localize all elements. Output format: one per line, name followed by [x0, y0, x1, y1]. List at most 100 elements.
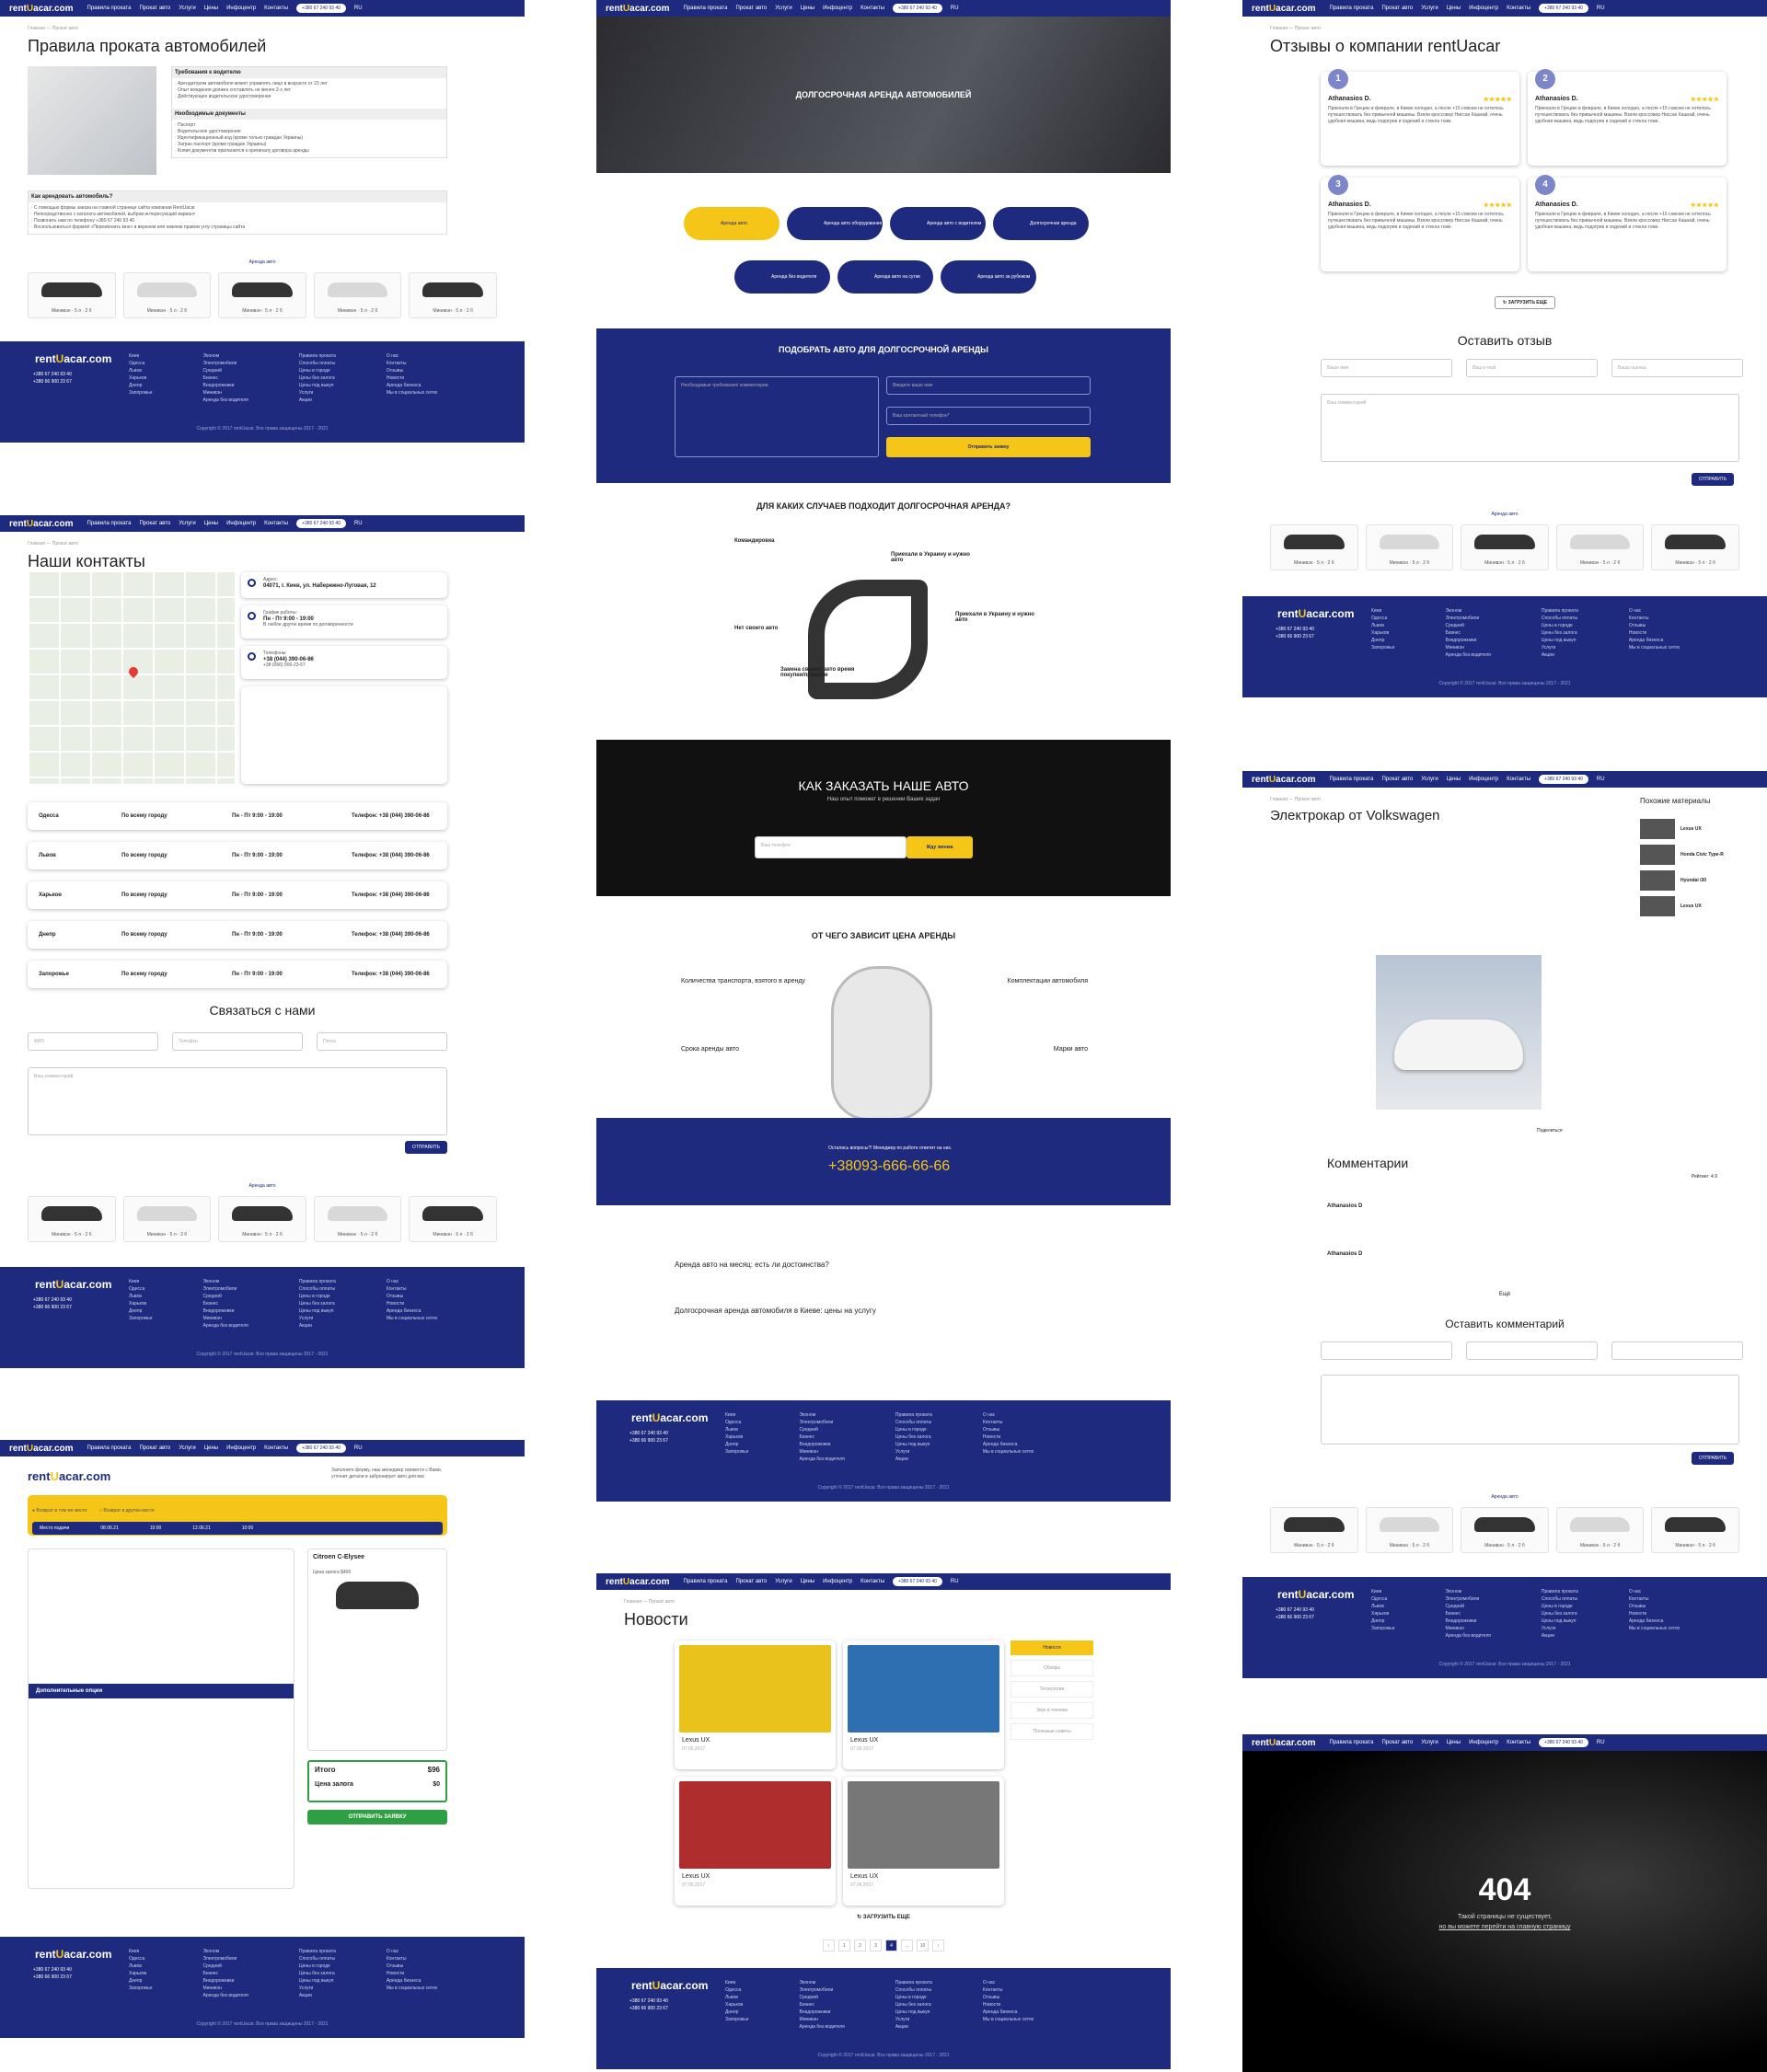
footer-link[interactable]: Аренда бизнеса: [983, 2009, 1034, 2016]
nav-item[interactable]: Прокат авто: [139, 1445, 170, 1451]
nav-phone[interactable]: +380 67 240 93 40: [893, 4, 942, 13]
footer-link[interactable]: Новости: [983, 1433, 1034, 1441]
city-phone[interactable]: Телефон: +38 (044) 390-06-86: [352, 932, 430, 938]
footer-link[interactable]: Контакты: [1629, 615, 1680, 622]
footer-link[interactable]: Бизнес: [800, 1433, 845, 1441]
send-button[interactable]: ОТПРАВИТЬ: [1692, 473, 1735, 486]
footer-link[interactable]: Контакты: [983, 1986, 1034, 1994]
footer-link[interactable]: Цены в городе: [895, 1426, 932, 1433]
page-link[interactable]: 2: [854, 1940, 866, 1951]
footer-link[interactable]: Днепр: [1371, 637, 1395, 644]
footer-link[interactable]: Бизнес: [203, 374, 248, 382]
nav-item[interactable]: Услуги: [179, 6, 195, 11]
car-card[interactable]: Минивэн · 5 л · 2 б: [409, 272, 497, 318]
footer-link[interactable]: Одесса: [1371, 615, 1395, 622]
logo[interactable]: rentUacar.com: [606, 1577, 670, 1587]
footer-link[interactable]: Аренда без водителя: [1446, 1632, 1491, 1640]
date-to[interactable]: 12.06.21: [192, 1525, 210, 1531]
footer-link[interactable]: Днепр: [725, 1441, 749, 1448]
footer-link[interactable]: Правила проката: [299, 352, 336, 360]
review-comment-field[interactable]: Ваш комментарий: [1321, 394, 1739, 462]
footer-link[interactable]: Отзывы: [983, 1994, 1034, 2001]
footer-link[interactable]: Минивэн: [203, 389, 248, 397]
map-pin-icon[interactable]: [126, 664, 141, 679]
footer-link[interactable]: Цены без залога: [299, 1970, 336, 1977]
footer-link[interactable]: Внедорожники: [203, 1977, 248, 1985]
review-input[interactable]: Ваше имя: [1321, 359, 1452, 377]
footer-link[interactable]: Одесса: [1371, 1595, 1395, 1603]
contact-input[interactable]: ФИО: [28, 1032, 158, 1051]
question-phone[interactable]: +38093-666-66-66: [828, 1158, 950, 1175]
logo[interactable]: rentUacar.com: [9, 1444, 74, 1454]
footer-link[interactable]: Контакты: [387, 360, 437, 367]
footer-link[interactable]: Цены под выкуп: [895, 2009, 932, 2016]
car-card[interactable]: Минивэн · 5 л · 2 б: [1270, 524, 1358, 570]
breadcrumb[interactable]: Главная — Прокат авто: [28, 541, 525, 547]
more-comments[interactable]: Ещё: [1242, 1292, 1767, 1297]
footer-link[interactable]: Способы оплаты: [299, 360, 336, 367]
news-category[interactable]: Обзоры: [1011, 1660, 1093, 1676]
breadcrumb[interactable]: Главная — Прокат авто: [624, 1599, 1171, 1605]
nav-item[interactable]: Прокат авто: [735, 6, 767, 11]
footer-link[interactable]: Цены без залога: [299, 1300, 336, 1307]
nav-item[interactable]: Правила проката: [684, 6, 728, 11]
car-card[interactable]: Минивэн · 5 л · 2 б: [1461, 524, 1549, 570]
footer-link[interactable]: Способы оплаты: [1542, 615, 1578, 622]
footer-link[interactable]: Отзывы: [983, 1426, 1034, 1433]
news-category[interactable]: Полезные советы: [1011, 1723, 1093, 1740]
logo[interactable]: rentUacar.com: [606, 4, 670, 14]
footer-link[interactable]: Киев: [129, 352, 153, 360]
footer-link[interactable]: Львов: [129, 367, 153, 374]
nav-item[interactable]: Инфоцентр: [823, 6, 852, 11]
nav-phone[interactable]: +380 67 240 93 40: [893, 1577, 942, 1586]
footer-link[interactable]: Запорожье: [725, 2016, 749, 2023]
footer-link[interactable]: Львов: [725, 1426, 749, 1433]
footer-link[interactable]: Бизнес: [1446, 629, 1491, 637]
footer-link[interactable]: Внедорожники: [800, 2009, 845, 2016]
footer-link[interactable]: Киев: [1371, 607, 1395, 615]
footer-link[interactable]: О нас: [387, 1948, 437, 1955]
nav-item[interactable]: Услуги: [179, 521, 195, 526]
car-card[interactable]: Минивэн · 5 л · 2 б: [1651, 524, 1739, 570]
footer-link[interactable]: Правила проката: [895, 1411, 932, 1419]
lang-select[interactable]: RU: [354, 1445, 363, 1451]
footer-link[interactable]: Аренда без водителя: [1446, 651, 1491, 659]
cars-label[interactable]: Аренда авто: [1242, 1494, 1767, 1500]
footer-link[interactable]: Электромобили: [203, 360, 248, 367]
footer-link[interactable]: Акции: [1542, 1632, 1578, 1640]
footer-link[interactable]: Электромобили: [203, 1955, 248, 1963]
footer-link[interactable]: Днепр: [725, 2009, 749, 2016]
logo[interactable]: rentUacar.com: [9, 4, 74, 14]
nav-item[interactable]: Прокат авто: [139, 521, 170, 526]
page-link[interactable]: 4: [885, 1940, 897, 1951]
footer-link[interactable]: Одесса: [725, 1419, 749, 1426]
similar-item[interactable]: Honda Civic Type-R: [1640, 845, 1724, 865]
footer-link[interactable]: Бизнес: [800, 2001, 845, 2009]
service-pill[interactable]: Аренда авто оборудование: [787, 207, 883, 240]
city-phone[interactable]: Телефон: +38 (044) 390-06-86: [352, 813, 430, 819]
footer-link[interactable]: Цены без залога: [895, 2001, 932, 2009]
nav-item[interactable]: Инфоцентр: [226, 1445, 256, 1451]
cars-label[interactable]: Аренда авто: [1242, 512, 1767, 517]
footer-link[interactable]: Мы в социальных сетях: [983, 1448, 1034, 1456]
car-card[interactable]: Минивэн · 5 л · 2 б: [218, 1196, 306, 1242]
footer-link[interactable]: Запорожье: [129, 1315, 153, 1322]
footer-link[interactable]: Мы в социальных сетях: [983, 2016, 1034, 2023]
footer-link[interactable]: Внедорожники: [203, 1307, 248, 1315]
footer-link[interactable]: Мы в социальных сетях: [1629, 1625, 1680, 1632]
car-card[interactable]: Минивэн · 5 л · 2 б: [313, 272, 402, 318]
nav-item[interactable]: Контакты: [1507, 777, 1530, 782]
nav-item[interactable]: Инфоцентр: [1469, 6, 1498, 11]
footer-link[interactable]: Днепр: [129, 1307, 153, 1315]
nav-item[interactable]: Контакты: [1507, 1740, 1530, 1745]
footer-link[interactable]: Контакты: [387, 1285, 437, 1293]
nav-item[interactable]: Инфоцентр: [1469, 777, 1498, 782]
footer-link[interactable]: Услуги: [1542, 644, 1578, 651]
city-phone[interactable]: Телефон: +38 (044) 390-06-86: [352, 972, 430, 977]
footer-link[interactable]: Способы оплаты: [1542, 1595, 1578, 1603]
footer-link[interactable]: Аренда без водителя: [203, 1322, 248, 1330]
nav-item[interactable]: Контакты: [860, 1579, 884, 1584]
footer-link[interactable]: Мы в социальных сетях: [1629, 644, 1680, 651]
lang-select[interactable]: RU: [354, 6, 363, 11]
service-pill[interactable]: Аренда авто на сутки: [837, 260, 933, 294]
